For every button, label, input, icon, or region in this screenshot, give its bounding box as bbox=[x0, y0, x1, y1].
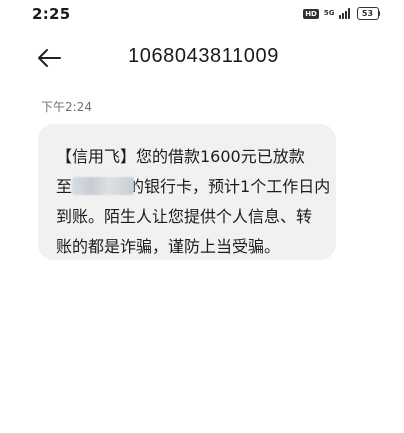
message-fragment: 的银行卡，预计1个工作日内 bbox=[128, 177, 331, 196]
sender-number: 1068043811009 bbox=[128, 45, 279, 67]
message-line: 账的都是诈骗，谨防上当受骗。 bbox=[56, 237, 281, 256]
arrow-left-icon bbox=[38, 49, 61, 67]
status-time: 2:25 bbox=[32, 5, 71, 23]
network-label: 5G bbox=[323, 9, 335, 17]
message-timestamp: 下午2:24 bbox=[41, 100, 92, 114]
message-fragment: 至 bbox=[56, 177, 73, 196]
status-icons: HD 5G 53 bbox=[303, 7, 380, 20]
battery-icon: 53 bbox=[356, 7, 380, 20]
status-bar: 2:25 HD 5G 53 bbox=[0, 0, 404, 30]
message-line: 【信用飞】您的借款1600元已放款 bbox=[56, 147, 305, 166]
message-text: 【信用飞】您的借款1600元已放款 至 的银行卡，预计1个工作日内 到账。陌生人让… bbox=[56, 142, 330, 262]
message-line: 到账。陌生人让您提供个人信息、转 bbox=[56, 207, 313, 226]
back-button[interactable] bbox=[36, 48, 62, 68]
network-indicator: 5G bbox=[324, 10, 335, 17]
hd-icon: HD bbox=[303, 8, 319, 19]
battery-level: 53 bbox=[356, 7, 379, 20]
conversation-header: 1068043811009 bbox=[0, 38, 404, 78]
signal-icon bbox=[338, 8, 350, 19]
message-bubble[interactable]: 【信用飞】您的借款1600元已放款 至 的银行卡，预计1个工作日内 到账。陌生人让… bbox=[38, 124, 336, 260]
message-line: 至 的银行卡，预计1个工作日内 bbox=[56, 172, 330, 202]
redacted-account bbox=[72, 177, 135, 195]
